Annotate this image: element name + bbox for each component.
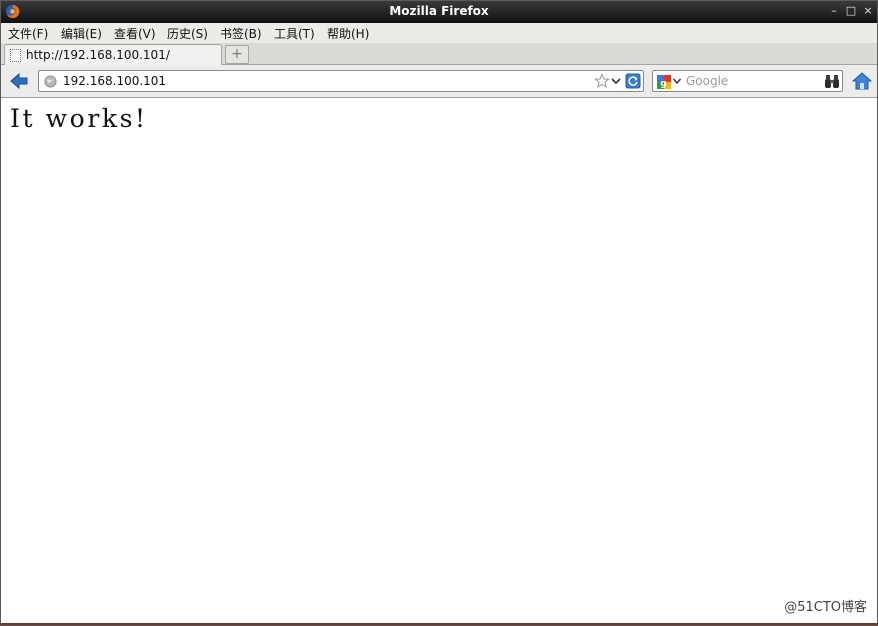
- svg-text:g: g: [660, 79, 666, 89]
- tab-label: http://192.168.100.101/: [26, 48, 170, 62]
- menu-help[interactable]: 帮助(H): [327, 25, 369, 42]
- home-icon[interactable]: [852, 71, 872, 91]
- menu-tools[interactable]: 工具(T): [274, 25, 315, 42]
- menu-history[interactable]: 历史(S): [167, 25, 208, 42]
- page-heading: It works!: [10, 104, 148, 133]
- browser-window: Mozilla Firefox – □ × 文件(F) 编辑(E) 查看(V) …: [0, 0, 878, 626]
- search-binoculars-icon[interactable]: [824, 74, 840, 89]
- window-bottom-border: [1, 623, 878, 625]
- reload-icon[interactable]: [625, 73, 641, 89]
- window-title: Mozilla Firefox: [389, 4, 489, 18]
- search-input[interactable]: [686, 72, 818, 90]
- maximize-icon[interactable]: □: [844, 4, 858, 18]
- close-icon[interactable]: ×: [861, 4, 875, 18]
- tab-active[interactable]: http://192.168.100.101/: [4, 44, 222, 66]
- url-bar[interactable]: 192.168.100.101: [38, 70, 644, 92]
- title-bar: Mozilla Firefox – □ ×: [1, 1, 877, 23]
- menu-bar: 文件(F) 编辑(E) 查看(V) 历史(S) 书签(B) 工具(T) 帮助(H…: [1, 23, 877, 43]
- navigation-bar: 192.168.100.101 g: [1, 65, 877, 98]
- url-text[interactable]: 192.168.100.101: [63, 74, 166, 88]
- bookmark-star-icon[interactable]: [594, 73, 610, 89]
- menu-edit[interactable]: 编辑(E): [61, 25, 102, 42]
- menu-file[interactable]: 文件(F): [8, 25, 48, 42]
- google-icon[interactable]: g: [656, 74, 672, 90]
- chevron-down-icon[interactable]: [610, 75, 622, 87]
- globe-icon: [44, 75, 57, 88]
- new-tab-button[interactable]: +: [225, 45, 249, 64]
- minimize-icon[interactable]: –: [827, 4, 841, 18]
- page-icon: [10, 49, 21, 62]
- menu-bookmarks[interactable]: 书签(B): [220, 25, 262, 42]
- tab-bar: http://192.168.100.101/ +: [1, 43, 877, 66]
- watermark: @51CTO博客: [784, 600, 867, 615]
- page-content: It works! @51CTO博客: [1, 99, 877, 625]
- search-bar[interactable]: g: [652, 70, 843, 92]
- search-engine-chevron-icon[interactable]: [672, 76, 682, 86]
- back-arrow-icon[interactable]: [9, 71, 29, 91]
- menu-view[interactable]: 查看(V): [114, 25, 156, 42]
